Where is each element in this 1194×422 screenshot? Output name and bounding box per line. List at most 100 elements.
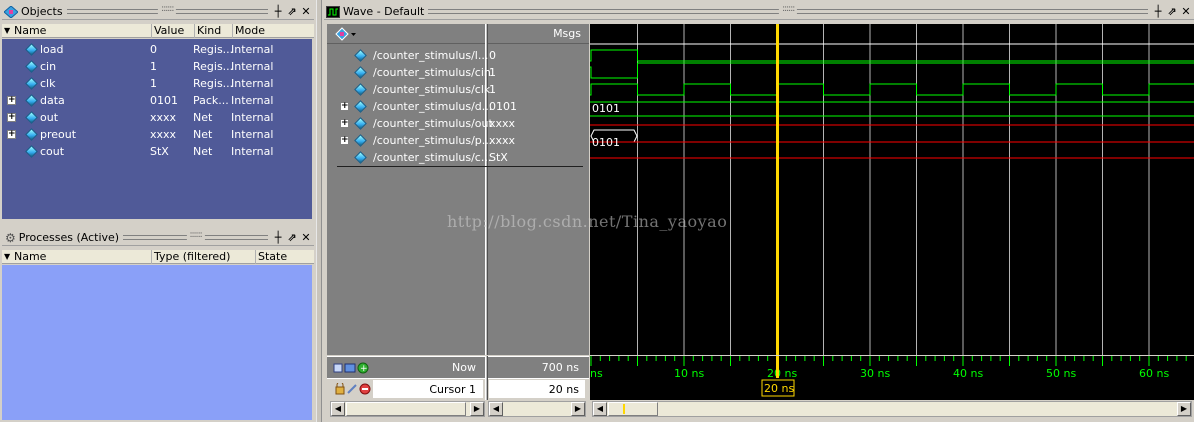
wave-drag-grip[interactable]: :::::: xyxy=(428,4,1148,14)
object-row[interactable]: + out xxxx Net Internal xyxy=(2,109,312,126)
expand-icon[interactable]: + xyxy=(7,96,16,105)
scroll-right-icon[interactable]: ▶ xyxy=(571,402,585,416)
object-name: cin xyxy=(40,60,57,73)
wave-titlebar[interactable]: Wave - Default :::::: ┼ ⇗ ✕ xyxy=(324,4,1194,20)
signal-row[interactable]: + /counter_stimulus/p... xxxx xyxy=(327,132,589,149)
signal-value: 0 xyxy=(489,49,496,62)
column-name[interactable]: Name xyxy=(12,250,151,264)
object-kind: Pack... xyxy=(193,94,229,107)
waveform-canvas[interactable]: 0101 0101 xyxy=(590,24,1194,355)
signal-name: /counter_stimulus/d... xyxy=(373,100,493,113)
signal-value: xxxx xyxy=(489,134,516,147)
timeline-tick-label: 20 ns xyxy=(767,367,797,380)
object-kind: Net xyxy=(193,111,213,124)
processes-list[interactable] xyxy=(2,265,312,420)
dock-icon[interactable]: ┼ xyxy=(272,232,284,244)
wave-format-icon[interactable] xyxy=(335,27,357,44)
object-row[interactable]: + preout xxxx Net Internal xyxy=(2,126,312,143)
dock-icon[interactable]: ┼ xyxy=(1152,6,1164,18)
cursor-tools-icon[interactable] xyxy=(335,381,371,398)
object-name: load xyxy=(40,43,64,56)
signal-icon xyxy=(25,94,38,107)
close-icon[interactable]: ✕ xyxy=(1180,6,1192,18)
scroll-right-icon[interactable]: ▶ xyxy=(470,402,484,416)
wave-cin xyxy=(590,62,1194,79)
cursor-flag-label: 20 ns xyxy=(764,382,794,395)
now-value: 700 ns xyxy=(541,361,579,374)
cursor-ruler-line xyxy=(776,356,779,378)
signal-name: /counter_stimulus/c... xyxy=(373,151,492,164)
expand-icon[interactable]: + xyxy=(7,130,16,139)
objects-titlebar[interactable]: Objects :::::: ┼ ⇗ ✕ xyxy=(2,4,314,20)
signal-row[interactable]: + /counter_stimulus/d... 0101 xyxy=(327,98,589,115)
undock-icon[interactable]: ⇗ xyxy=(286,6,298,18)
signal-name: /counter_stimulus/l... xyxy=(373,49,489,62)
signal-row[interactable]: /counter_stimulus/l... 0 xyxy=(327,47,589,64)
scroll-left-icon[interactable]: ◀ xyxy=(331,402,345,416)
signal-value: 1 xyxy=(489,83,496,96)
signal-row[interactable]: /counter_stimulus/clk 1 xyxy=(327,81,589,98)
scroll-left-icon[interactable]: ◀ xyxy=(489,402,503,416)
expand-icon[interactable]: + xyxy=(7,113,16,122)
object-row[interactable]: cin 1 Regis... Internal xyxy=(2,58,312,75)
scroll-right-icon[interactable]: ▶ xyxy=(1177,402,1191,416)
column-kind[interactable]: Kind xyxy=(194,24,232,38)
close-icon[interactable]: ✕ xyxy=(300,232,312,244)
insertion-line xyxy=(337,166,583,167)
undock-icon[interactable]: ⇗ xyxy=(1166,6,1178,18)
signal-icon xyxy=(354,100,367,113)
object-value: 1 xyxy=(150,60,157,73)
objects-drag-grip[interactable]: :::::: xyxy=(66,4,268,14)
now-tools-icon[interactable]: + xyxy=(333,362,369,377)
object-row[interactable]: + data 0101 Pack... Internal xyxy=(2,92,312,109)
signal-icon xyxy=(25,128,38,141)
timeline-tick-label: ns xyxy=(590,367,603,380)
cursor-line[interactable] xyxy=(776,24,779,355)
processes-drag-grip[interactable]: :::::: xyxy=(123,230,268,240)
column-mode[interactable]: Mode xyxy=(232,24,314,38)
object-row[interactable]: cout StX Net Internal xyxy=(2,143,312,160)
signal-row[interactable]: /counter_stimulus/c... StX xyxy=(327,149,589,166)
timeline-ruler[interactable]: ns 10 ns 20 ns 30 ns 40 ns 50 ns 60 ns 20 ns xyxy=(590,356,1194,400)
timeline-tick-label: 60 ns xyxy=(1139,367,1169,380)
expand-icon[interactable]: + xyxy=(340,119,349,128)
processes-titlebar[interactable]: ⚙ Processes (Active) :::::: ┼ ⇗ ✕ xyxy=(2,230,314,246)
scroll-left-icon[interactable]: ◀ xyxy=(593,402,607,416)
cursor-row[interactable]: Cursor 1 20 ns xyxy=(327,378,589,400)
undock-icon[interactable]: ⇗ xyxy=(286,232,298,244)
objects-icon xyxy=(3,4,19,19)
signal-row[interactable]: /counter_stimulus/cin 1 xyxy=(327,64,589,81)
wave-pane-scrollbar[interactable]: ◀ ▶ xyxy=(592,401,1192,417)
expand-icon[interactable]: + xyxy=(340,136,349,145)
timeline[interactable]: ns 10 ns 20 ns 30 ns 40 ns 50 ns 60 ns 20 ns xyxy=(590,356,1194,400)
signal-value: StX xyxy=(489,151,508,164)
column-name[interactable]: Name xyxy=(12,24,152,38)
waveform-pane[interactable]: 0101 0101 xyxy=(590,24,1194,355)
column-type[interactable]: Type (filtered) xyxy=(151,250,255,264)
signal-name-pane[interactable]: Msgs /counter_stimulus/l... 0 /counter_s… xyxy=(327,24,589,355)
object-value: 0 xyxy=(150,43,157,56)
scroll-thumb[interactable] xyxy=(608,402,658,416)
timeline-tick-label: 10 ns xyxy=(674,367,704,380)
object-row[interactable]: clk 1 Regis... Internal xyxy=(2,75,312,92)
object-value: StX xyxy=(150,145,169,158)
object-value: xxxx xyxy=(150,128,177,141)
signal-icon xyxy=(354,117,367,130)
panel-splitter[interactable] xyxy=(316,0,322,422)
wave-window-icon xyxy=(326,5,340,18)
object-kind: Regis... xyxy=(193,77,234,90)
objects-list[interactable]: load 0 Regis... Internal cin 1 Regis... … xyxy=(2,39,312,219)
column-state[interactable]: State xyxy=(255,250,314,264)
bus-label-out: 0101 xyxy=(592,136,620,149)
object-row[interactable]: load 0 Regis... Internal xyxy=(2,41,312,58)
column-value[interactable]: Value xyxy=(151,24,194,38)
close-icon[interactable]: ✕ xyxy=(300,6,312,18)
expand-icon[interactable]: + xyxy=(340,102,349,111)
name-pane-scrollbar[interactable]: ◀ ▶ xyxy=(330,401,485,417)
scroll-thumb[interactable] xyxy=(346,402,466,416)
dock-icon[interactable]: ┼ xyxy=(272,6,284,18)
signal-value: 0101 xyxy=(489,100,517,113)
object-mode: Internal xyxy=(231,77,274,90)
value-pane-scrollbar[interactable]: ◀ ▶ xyxy=(488,401,586,417)
signal-row[interactable]: + /counter_stimulus/out xxxx xyxy=(327,115,589,132)
